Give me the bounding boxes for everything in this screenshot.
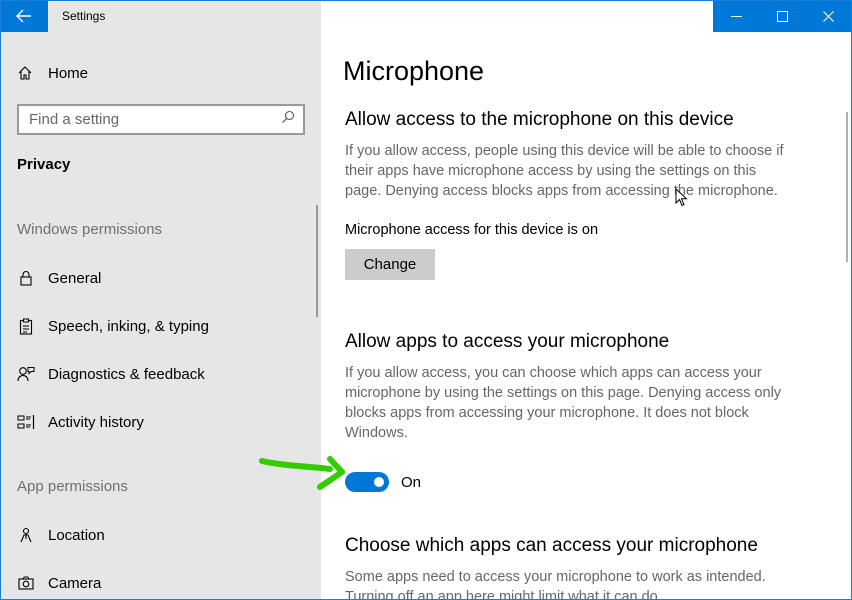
lock-icon xyxy=(17,269,35,287)
sidebar-item-diagnostics[interactable]: Diagnostics & feedback xyxy=(17,362,205,386)
sidebar-item-label: Speech, inking, & typing xyxy=(48,317,209,335)
page-title: Microphone xyxy=(343,56,485,86)
search-input[interactable] xyxy=(29,111,281,128)
group-label-app-permissions: App permissions xyxy=(17,478,128,495)
window-controls xyxy=(713,0,852,32)
sidebar-item-label: Location xyxy=(48,526,105,544)
sidebar-scrollbar[interactable] xyxy=(316,205,318,317)
annotation-arrow-icon xyxy=(259,456,345,490)
toggle-knob xyxy=(374,477,384,487)
device-access-description: If you allow access, people using this d… xyxy=(345,143,784,199)
app-title: Settings xyxy=(62,9,106,23)
sidebar-item-activity-history[interactable]: Activity history xyxy=(17,410,144,434)
group-label-windows-permissions: Windows permissions xyxy=(17,221,163,238)
choose-apps-description: Some apps need to access your microphone… xyxy=(345,569,766,600)
sidebar-item-camera[interactable]: Camera xyxy=(17,571,101,595)
close-button[interactable] xyxy=(806,0,852,32)
sidebar-item-label: General xyxy=(48,269,102,287)
search-icon[interactable] xyxy=(281,110,295,129)
home-label: Home xyxy=(48,64,89,82)
maximize-button[interactable] xyxy=(759,0,805,32)
minimize-button[interactable] xyxy=(713,0,759,32)
sidebar-item-location[interactable]: Location xyxy=(17,523,105,547)
location-icon xyxy=(17,526,35,544)
close-icon xyxy=(823,10,835,22)
back-button[interactable] xyxy=(0,0,48,32)
change-button[interactable]: Change xyxy=(345,249,435,280)
main-scrollbar[interactable] xyxy=(846,112,848,262)
mouse-cursor-icon xyxy=(675,188,688,207)
device-access-heading: Allow access to the microphone on this d… xyxy=(345,109,734,130)
choose-apps-heading: Choose which apps can access your microp… xyxy=(345,535,758,556)
device-access-status: Microphone access for this device is on xyxy=(345,222,599,238)
navigation-pane: Settings Home Privacy Windows permission… xyxy=(0,0,321,600)
sidebar-item-label: Camera xyxy=(48,574,102,592)
sidebar-item-label: Activity history xyxy=(48,413,144,431)
back-arrow-icon xyxy=(16,9,31,23)
person-feedback-icon xyxy=(17,365,35,383)
sidebar-item-general[interactable]: General xyxy=(17,266,101,290)
sidebar-item-label: Diagnostics & feedback xyxy=(48,365,205,383)
activity-list-icon xyxy=(17,413,35,431)
home-nav-item[interactable]: Home xyxy=(17,62,88,84)
section-title: Privacy xyxy=(17,156,71,173)
camera-icon xyxy=(17,574,35,592)
toggle-state-label: On xyxy=(401,474,422,491)
home-icon xyxy=(17,65,33,81)
sidebar-item-speech[interactable]: Speech, inking, & typing xyxy=(17,314,209,338)
apps-access-heading: Allow apps to access your microphone xyxy=(345,331,670,352)
clipboard-icon xyxy=(17,317,35,335)
maximize-icon xyxy=(776,10,788,22)
apps-access-toggle[interactable] xyxy=(345,472,389,492)
apps-access-description: If you allow access, you can choose whic… xyxy=(345,365,782,441)
minimize-icon xyxy=(730,15,742,17)
search-box[interactable] xyxy=(17,104,305,135)
